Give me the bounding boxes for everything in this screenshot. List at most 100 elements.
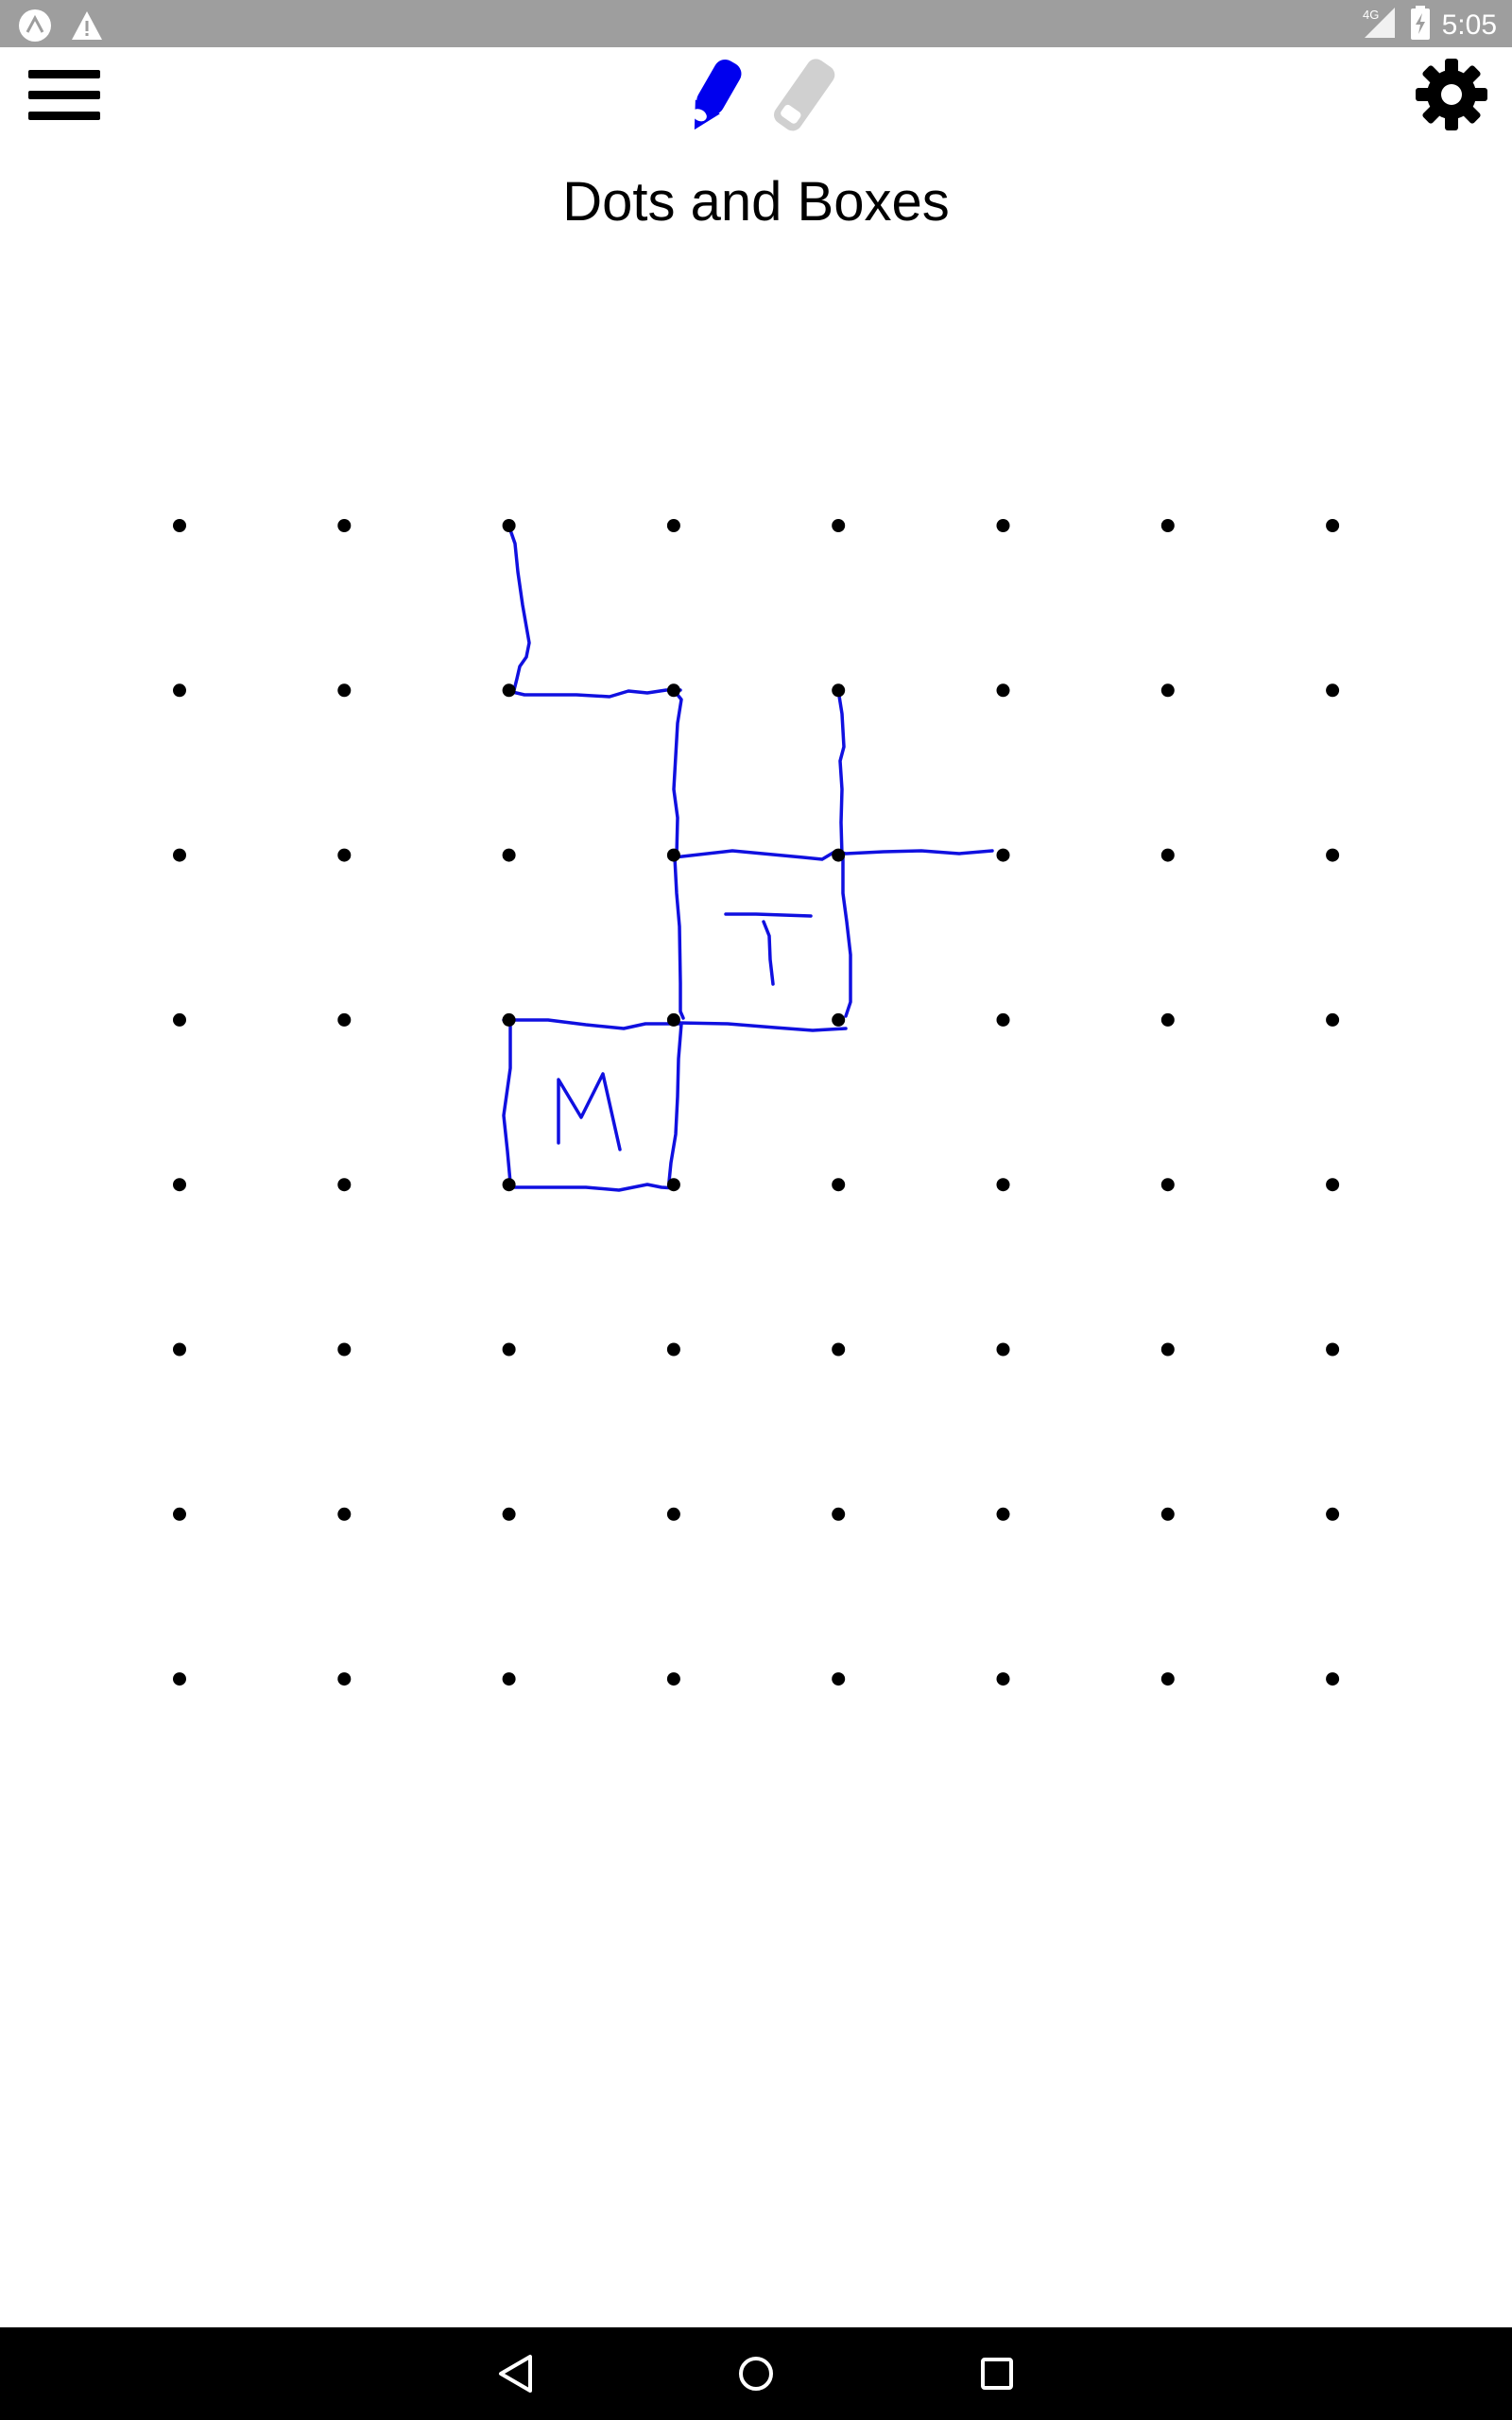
grid-dot[interactable]	[1326, 1178, 1340, 1192]
grid-dot[interactable]	[666, 1178, 680, 1192]
grid-dot[interactable]	[337, 848, 352, 862]
recents-button[interactable]	[959, 2341, 1035, 2407]
drawn-line	[836, 688, 846, 857]
grid-dot[interactable]	[996, 1507, 1010, 1521]
settings-button[interactable]	[1406, 49, 1497, 140]
grid-dot[interactable]	[1326, 1507, 1340, 1521]
grid-dot[interactable]	[996, 1672, 1010, 1686]
back-icon	[499, 2355, 532, 2393]
grid-dot[interactable]	[832, 1342, 846, 1357]
status-bar: 4G 5:05	[0, 0, 1512, 47]
grid-dot[interactable]	[666, 519, 680, 532]
grid-dot[interactable]	[996, 1012, 1010, 1027]
drawn-line	[672, 688, 683, 857]
grid-dot[interactable]	[832, 683, 846, 698]
grid-dot[interactable]	[996, 1342, 1010, 1357]
drawn-line	[507, 523, 531, 692]
grid-dot[interactable]	[832, 1507, 846, 1521]
drawn-line	[667, 1022, 683, 1184]
grid-dot[interactable]	[832, 1672, 846, 1686]
warning-icon	[70, 9, 104, 46]
page-title: Dots and Boxes	[562, 171, 950, 233]
grid-dot[interactable]	[502, 1012, 516, 1027]
grid-dot[interactable]	[1160, 683, 1175, 698]
grid-dot[interactable]	[1326, 519, 1340, 532]
grid-dot[interactable]	[996, 1178, 1010, 1192]
grid-dot[interactable]	[502, 519, 516, 532]
battery-charging-icon	[1410, 6, 1431, 44]
box-letter-T	[762, 920, 775, 986]
grid-dot[interactable]	[173, 519, 186, 532]
signal-icon: 4G	[1361, 6, 1399, 44]
pen-tool-button[interactable]	[669, 53, 756, 140]
grid-dot[interactable]	[832, 1178, 846, 1192]
grid-dot[interactable]	[1160, 1342, 1175, 1357]
grid-dot[interactable]	[173, 1507, 186, 1521]
dot-grid	[173, 519, 1340, 1686]
home-button[interactable]	[718, 2341, 794, 2407]
grid-dot[interactable]	[1160, 1672, 1175, 1686]
grid-dot[interactable]	[337, 1012, 352, 1027]
grid-dot[interactable]	[337, 1507, 352, 1521]
grid-dot[interactable]	[502, 1342, 516, 1357]
grid-dot[interactable]	[1160, 1507, 1175, 1521]
grid-dot[interactable]	[666, 683, 680, 698]
grid-dot[interactable]	[337, 1178, 352, 1192]
network-label: 4G	[1363, 8, 1379, 22]
grid-dot[interactable]	[1326, 1672, 1340, 1686]
grid-dot[interactable]	[832, 1012, 846, 1027]
grid-dot[interactable]	[1160, 1012, 1175, 1027]
eraser-icon	[774, 59, 835, 131]
grid-dot[interactable]	[666, 1012, 680, 1027]
grid-dot[interactable]	[337, 1672, 352, 1686]
grid-dot[interactable]	[1160, 519, 1175, 532]
grid-dot[interactable]	[1326, 683, 1340, 698]
grid-dot[interactable]	[1326, 1012, 1340, 1027]
status-time: 5:05	[1441, 9, 1497, 41]
gear-icon	[1416, 59, 1487, 130]
grid-dot[interactable]	[337, 1342, 352, 1357]
drawn-line	[502, 1018, 512, 1184]
grid-dot[interactable]	[173, 683, 186, 698]
grid-dot[interactable]	[666, 1672, 680, 1686]
grid-dot[interactable]	[173, 848, 186, 862]
box-letter-M	[557, 1072, 622, 1151]
grid-dot[interactable]	[337, 519, 352, 532]
grid-dot[interactable]	[1160, 1178, 1175, 1192]
app-toolbar	[0, 47, 1512, 180]
grid-dot[interactable]	[996, 848, 1010, 862]
grid-dot[interactable]	[502, 1178, 516, 1192]
grid-dot[interactable]	[666, 1507, 680, 1521]
grid-dot[interactable]	[666, 848, 680, 862]
box-letter-T	[724, 912, 813, 918]
grid-dot[interactable]	[502, 1672, 516, 1686]
home-icon	[739, 2357, 773, 2391]
grid-dot[interactable]	[996, 683, 1010, 698]
grid-dot[interactable]	[502, 683, 516, 698]
grid-dot[interactable]	[173, 1012, 186, 1027]
grid-dot[interactable]	[173, 1672, 186, 1686]
grid-dot[interactable]	[502, 848, 516, 862]
navigation-bar	[0, 2327, 1512, 2420]
grid-dot[interactable]	[1160, 848, 1175, 862]
drawn-line	[673, 856, 685, 1020]
eraser-tool-button[interactable]	[760, 53, 847, 140]
grid-dot[interactable]	[832, 848, 846, 862]
recents-icon	[981, 2358, 1013, 2390]
back-button[interactable]	[477, 2341, 553, 2407]
grid-dot[interactable]	[1326, 848, 1340, 862]
drawn-line	[507, 688, 682, 699]
drawn-line	[841, 855, 852, 1018]
game-board[interactable]	[0, 0, 1512, 2325]
grid-dot[interactable]	[173, 1342, 186, 1357]
menu-button[interactable]	[26, 59, 102, 134]
grid-dot[interactable]	[832, 519, 846, 532]
drawn-line	[672, 849, 994, 861]
grid-dot[interactable]	[1326, 1342, 1340, 1357]
grid-dot[interactable]	[337, 683, 352, 698]
grid-dot[interactable]	[173, 1178, 186, 1192]
grid-dot[interactable]	[666, 1342, 680, 1357]
app-notification-icon	[17, 8, 53, 48]
grid-dot[interactable]	[502, 1507, 516, 1521]
grid-dot[interactable]	[996, 519, 1010, 532]
